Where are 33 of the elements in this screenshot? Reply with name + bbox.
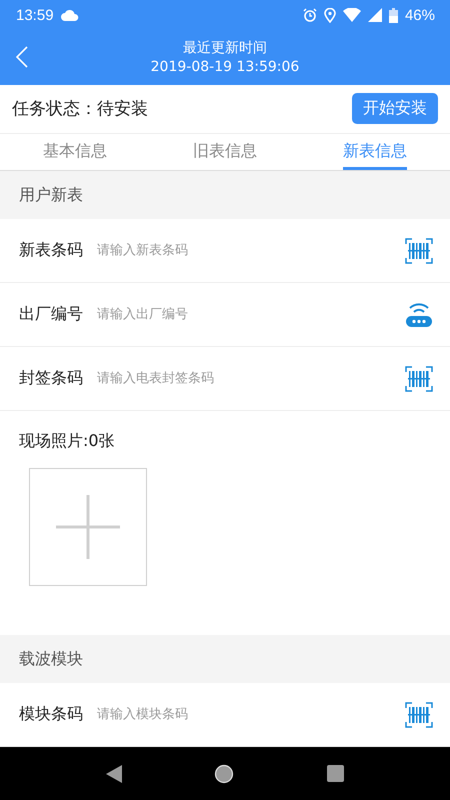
section-title: 用户新表	[19, 184, 83, 206]
section-title: 载波模块	[19, 648, 83, 670]
alarm-icon	[302, 8, 317, 22]
barcode-scan-icon[interactable]	[405, 366, 433, 392]
location-icon	[324, 8, 336, 22]
input-field[interactable]: 请输入模块条码	[95, 706, 405, 723]
wireless-router-icon[interactable]	[405, 300, 433, 328]
battery-percent: 46%	[404, 6, 435, 24]
back-nav-icon[interactable]	[106, 764, 122, 782]
field-label: 封签条码	[19, 368, 83, 389]
input-field[interactable]: 请输入新表条码	[95, 242, 405, 259]
signal-icon	[368, 8, 382, 22]
input-field[interactable]: 请输入电表封签条码	[95, 370, 405, 387]
tab[interactable]: 基本信息	[43, 134, 107, 170]
home-nav-icon[interactable]	[214, 764, 234, 784]
tab[interactable]: 旧表信息	[193, 134, 257, 170]
photo-count: 现场照片:0张	[19, 431, 116, 452]
start-install-button[interactable]: 开始安装	[352, 93, 438, 124]
barcode-scan-icon[interactable]	[405, 702, 433, 728]
battery-icon	[388, 8, 398, 22]
wifi-icon	[342, 8, 361, 22]
task-status: 任务状态：待安装	[12, 98, 148, 120]
clock-time: 13:59	[16, 6, 54, 24]
field-label: 出厂编号	[19, 304, 83, 325]
header-subtitle: 2019-08-19 13:59:06	[150, 58, 300, 76]
barcode-scan-icon[interactable]	[405, 238, 433, 264]
input-field[interactable]: 请输入出厂编号	[95, 306, 405, 323]
field-label: 新表条码	[19, 240, 83, 261]
header-title: 最近更新时间	[182, 38, 267, 58]
cloud-icon	[60, 9, 79, 21]
recents-nav-icon[interactable]	[326, 765, 344, 782]
back-icon[interactable]	[16, 46, 28, 68]
field-label: 模块条码	[19, 704, 83, 725]
